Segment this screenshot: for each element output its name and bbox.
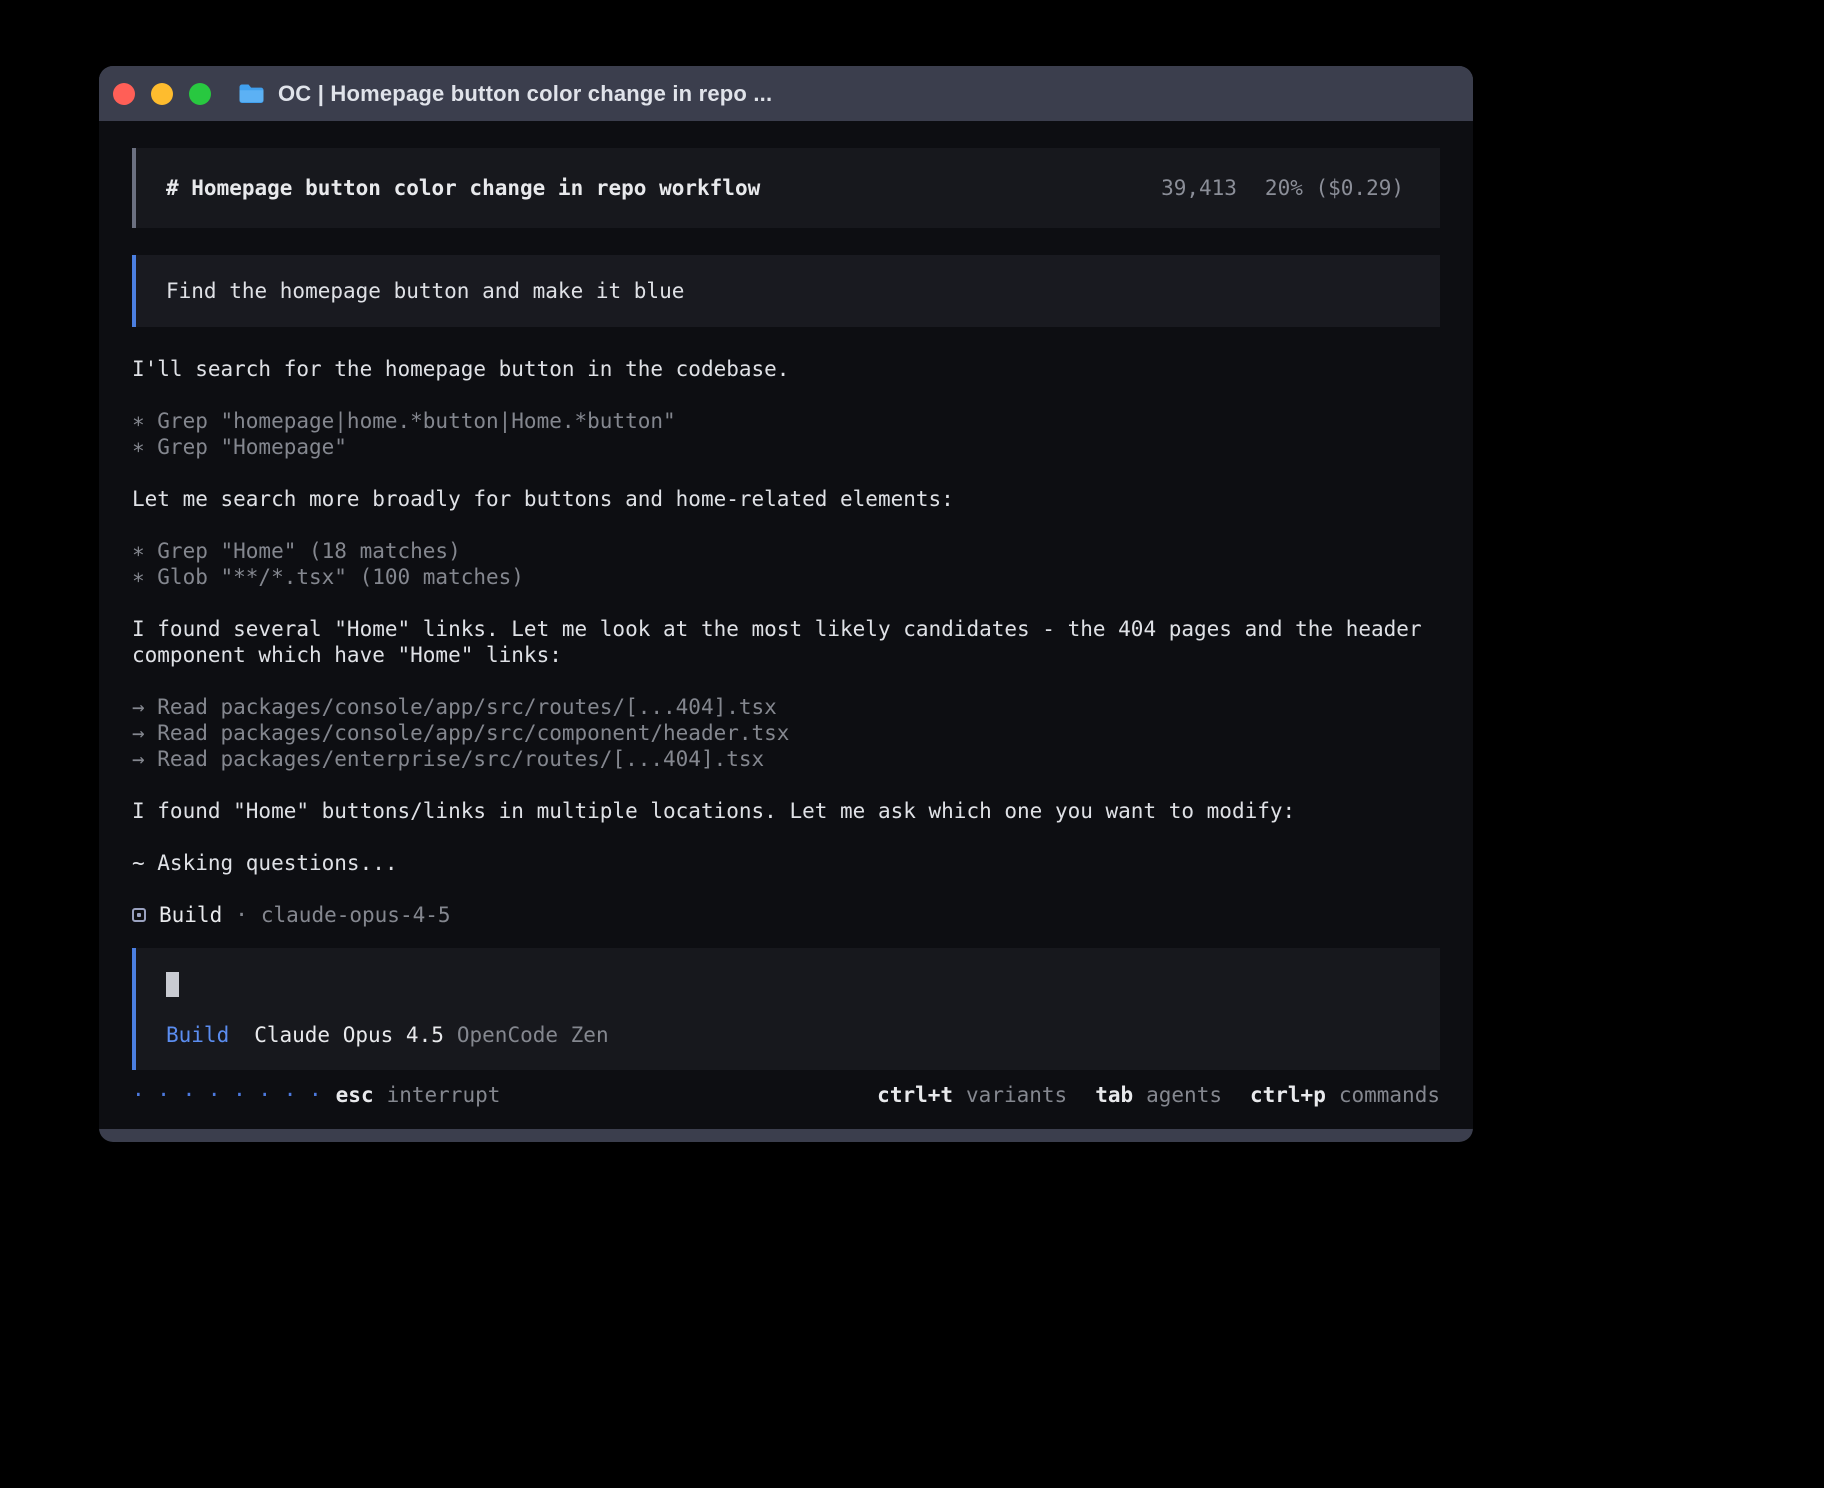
traffic-lights [113, 83, 211, 105]
spinner-dots: · · · · · · · · [132, 1082, 322, 1108]
zoom-button[interactable] [189, 83, 211, 105]
tool-call-read-1: → Read packages/console/app/src/routes/[… [132, 694, 1440, 720]
user-message-text: Find the homepage button and make it blu… [166, 279, 684, 303]
agent-status-line: Build · claude-opus-4-5 [132, 902, 1440, 928]
shortcut-agents-key: tab [1095, 1082, 1133, 1108]
provider-label: OpenCode Zen [457, 1022, 609, 1048]
agent-separator: · [235, 902, 248, 928]
close-button[interactable] [113, 83, 135, 105]
mode-build-label: Build [166, 1022, 229, 1048]
window-title: OC | Homepage button color change in rep… [278, 81, 772, 107]
input-line[interactable] [166, 970, 1410, 996]
window-titlebar[interactable]: OC | Homepage button color change in rep… [99, 66, 1473, 121]
tool-call-grep-2: ∗ Grep "Homepage" [132, 434, 1440, 460]
prompt-input[interactable]: Build Claude Opus 4.5 OpenCode Zen [132, 948, 1440, 1070]
shortcut-variants-label: variants [966, 1082, 1067, 1108]
shortcut-variants-key: ctrl+t [877, 1082, 953, 1108]
status-bar-right: ctrl+t variants tab agents ctrl+p comman… [877, 1082, 1440, 1108]
assistant-text: I found several "Home" links. Let me loo… [132, 616, 1440, 668]
tool-call-glob: ∗ Glob "**/*.tsx" (100 matches) [132, 564, 1440, 590]
shortcut-commands-label: commands [1339, 1082, 1440, 1108]
tool-call-read-3: → Read packages/enterprise/src/routes/[.… [132, 746, 1440, 772]
shortcut-agents-label: agents [1146, 1082, 1222, 1108]
esc-key-label: interrupt [387, 1082, 501, 1108]
tool-call-read-2: → Read packages/console/app/src/componen… [132, 720, 1440, 746]
shortcut-agents: tab agents [1095, 1082, 1222, 1108]
folder-icon [238, 83, 265, 104]
session-stats: 39,413 20% ($0.29) [1161, 176, 1404, 200]
status-bar: · · · · · · · · esc interrupt ctrl+t var… [132, 1082, 1440, 1108]
shortcut-commands: ctrl+p commands [1250, 1082, 1440, 1108]
tool-call-grep-1: ∗ Grep "homepage|home.*button|Home.*butt… [132, 408, 1440, 434]
text-cursor [166, 972, 179, 997]
assistant-text: I'll search for the homepage button in t… [132, 356, 1440, 382]
token-count: 39,413 [1161, 176, 1237, 200]
session-title: # Homepage button color change in repo w… [166, 176, 760, 200]
agent-icon [132, 908, 146, 922]
assistant-text: I found "Home" buttons/links in multiple… [132, 798, 1440, 824]
shortcut-variants: ctrl+t variants [877, 1082, 1067, 1108]
esc-key-hint: esc [336, 1082, 374, 1108]
context-usage: 20% ($0.29) [1265, 176, 1404, 200]
input-status-line: Build Claude Opus 4.5 OpenCode Zen [166, 1022, 1410, 1048]
minimize-button[interactable] [151, 83, 173, 105]
agent-model: claude-opus-4-5 [261, 902, 451, 928]
shortcut-commands-key: ctrl+p [1250, 1082, 1326, 1108]
conversation-transcript: I'll search for the homepage button in t… [132, 356, 1440, 928]
agent-name: Build [159, 902, 222, 928]
model-label: Claude Opus 4.5 [254, 1022, 444, 1048]
window-title-group: OC | Homepage button color change in rep… [238, 81, 772, 107]
asking-questions-status: ~ Asking questions... [132, 850, 1440, 876]
tool-call-grep-3: ∗ Grep "Home" (18 matches) [132, 538, 1440, 564]
terminal-content: # Homepage button color change in repo w… [99, 121, 1473, 1129]
user-message: Find the homepage button and make it blu… [132, 255, 1440, 327]
session-header: # Homepage button color change in repo w… [132, 148, 1440, 228]
assistant-text: Let me search more broadly for buttons a… [132, 486, 1440, 512]
status-bar-left: · · · · · · · · esc interrupt [132, 1082, 500, 1108]
terminal-window: OC | Homepage button color change in rep… [99, 66, 1473, 1142]
